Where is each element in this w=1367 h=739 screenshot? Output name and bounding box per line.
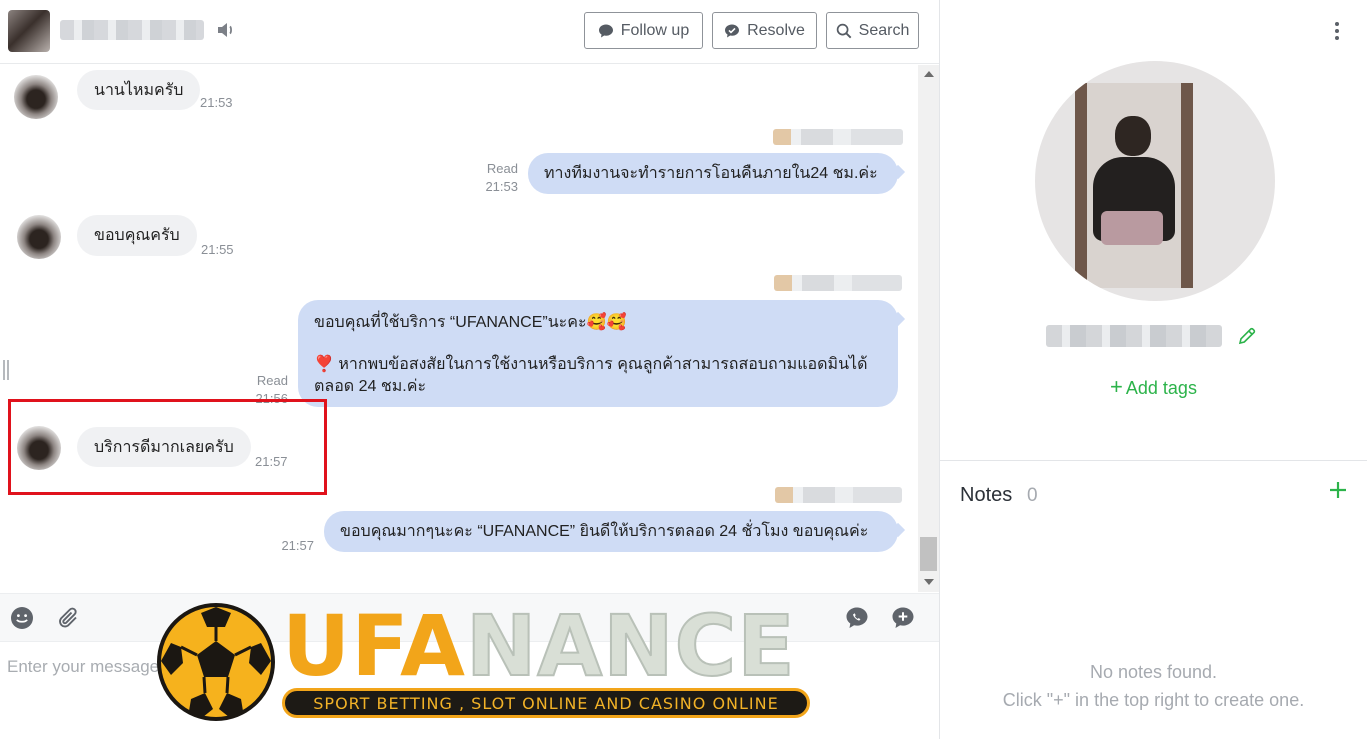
message-input[interactable]: Enter your message bbox=[7, 657, 159, 677]
speaker-icon[interactable] bbox=[216, 18, 236, 42]
notes-empty-state: No notes found. Click "+" in the top rig… bbox=[940, 658, 1367, 714]
resolve-label: Resolve bbox=[747, 21, 805, 39]
incoming-message[interactable]: ขอบคุณครับ bbox=[77, 215, 197, 256]
notes-title: Notes bbox=[960, 484, 1013, 506]
paperclip-icon[interactable] bbox=[56, 606, 80, 630]
watermark-brand-part1: UFA bbox=[282, 597, 466, 695]
resize-handle[interactable] bbox=[3, 360, 9, 380]
notes-panel: Notes 0 No notes found. Click "+" in the… bbox=[940, 462, 1367, 739]
message-line: ❣️ หากพบข้อสงสัยในการใช้งานหรือบริการ คุ… bbox=[314, 356, 868, 395]
message-text: ขอบคุณมากๆนะคะ “UFANANCE” ยินดีให้บริการ… bbox=[340, 523, 869, 540]
highlight-box bbox=[8, 399, 327, 495]
watermark-brand-part2: NANCE bbox=[465, 597, 796, 695]
search-icon bbox=[836, 23, 852, 38]
message-text: ขอบคุณครับ bbox=[94, 227, 180, 244]
notes-empty-line: Click "+" in the top right to create one… bbox=[1002, 690, 1305, 710]
kebab-menu-icon[interactable] bbox=[1335, 22, 1339, 40]
read-status: Read bbox=[486, 161, 518, 176]
message-list[interactable]: นานไหมครับ 21:53 Read 21:53 ทางทีมงานจะท… bbox=[0, 65, 918, 592]
plus-icon[interactable] bbox=[1328, 480, 1348, 500]
outgoing-message[interactable]: ทางทีมงานจะทำรายการโอนคืนภายใน24 ชม.ค่ะ bbox=[528, 153, 898, 194]
agent-name-redacted bbox=[775, 487, 902, 503]
pencil-icon[interactable] bbox=[1237, 326, 1257, 346]
soccer-ball-icon bbox=[157, 603, 275, 721]
follow-up-label: Follow up bbox=[620, 21, 690, 39]
chat-app: Follow up Resolve Search นานไหมครับ 21:5… bbox=[0, 0, 1367, 739]
message-time: 21:53 bbox=[485, 179, 518, 194]
scroll-down-arrow[interactable] bbox=[924, 579, 934, 585]
profile-name-redacted bbox=[1046, 325, 1222, 347]
outgoing-message[interactable]: ขอบคุณที่ใช้บริการ “UFANANCE”นะคะ🥰🥰 ❣️ ห… bbox=[298, 300, 898, 407]
watermark-brand: UFANANCE bbox=[282, 597, 796, 695]
message-time: 21:57 bbox=[281, 538, 314, 553]
resolve-button[interactable]: Resolve bbox=[712, 12, 817, 49]
add-chat-icon[interactable] bbox=[891, 606, 915, 630]
read-status: Read bbox=[256, 373, 288, 388]
contact-name-redacted bbox=[60, 20, 204, 40]
message-time: 21:53 bbox=[200, 95, 233, 110]
chat-bubble-icon bbox=[598, 24, 613, 37]
agent-name-redacted bbox=[774, 275, 902, 291]
add-tags-label: Add tags bbox=[1125, 378, 1197, 398]
notes-count: 0 bbox=[1027, 485, 1038, 506]
emoji-icon[interactable] bbox=[10, 606, 34, 630]
add-tags-button[interactable]: + Add tags bbox=[940, 374, 1367, 400]
plus-icon: + bbox=[1110, 374, 1123, 399]
agent-name-redacted bbox=[773, 129, 903, 145]
profile-avatar[interactable] bbox=[1035, 61, 1275, 301]
message-scrollbar[interactable] bbox=[918, 65, 939, 592]
watermark-tagline: SPORT BETTING , SLOT ONLINE AND CASINO O… bbox=[282, 688, 810, 718]
follow-up-button[interactable]: Follow up bbox=[584, 12, 703, 49]
scroll-thumb[interactable] bbox=[920, 537, 937, 571]
outgoing-message[interactable]: ขอบคุณมากๆนะคะ “UFANANCE” ยินดีให้บริการ… bbox=[324, 511, 898, 552]
message-time: 21:55 bbox=[201, 242, 234, 257]
search-label: Search bbox=[858, 21, 910, 39]
sender-avatar[interactable] bbox=[17, 215, 61, 259]
sender-avatar[interactable] bbox=[14, 75, 58, 119]
contact-avatar[interactable] bbox=[8, 10, 50, 52]
chat-header: Follow up Resolve Search bbox=[0, 0, 939, 64]
quick-reply-icon[interactable] bbox=[845, 606, 869, 630]
incoming-message[interactable]: นานไหมครับ bbox=[77, 70, 201, 110]
scroll-up-arrow[interactable] bbox=[924, 71, 934, 77]
search-button[interactable]: Search bbox=[826, 12, 919, 49]
profile-panel: + Add tags bbox=[940, 0, 1367, 461]
message-text: ทางทีมงานจะทำรายการโอนคืนภายใน24 ชม.ค่ะ bbox=[544, 165, 878, 182]
notes-empty-line: No notes found. bbox=[1089, 662, 1218, 682]
message-line: ขอบคุณที่ใช้บริการ “UFANANCE”นะคะ🥰🥰 bbox=[314, 314, 627, 331]
check-bubble-icon bbox=[725, 24, 740, 37]
message-text: นานไหมครับ bbox=[94, 81, 184, 99]
